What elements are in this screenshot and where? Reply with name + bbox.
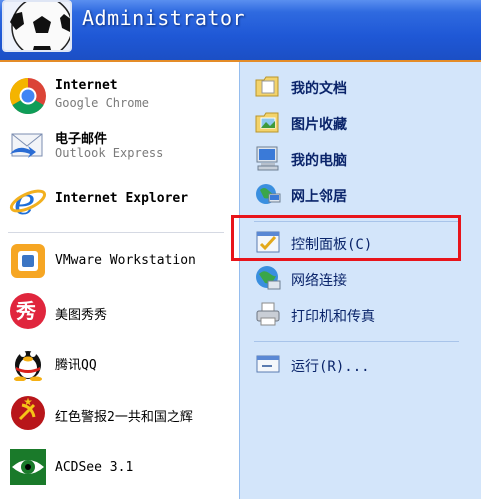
pinned-item-subtitle: Google Chrome bbox=[55, 96, 149, 110]
places-pane: 我的文档 图片收藏 我的电脑 网上邻居 控制面板(C) 网络连接 打印机和传真 … bbox=[239, 62, 481, 499]
system-printers[interactable]: 打印机和传真 bbox=[240, 298, 481, 330]
red-alert-icon bbox=[11, 396, 45, 430]
system-network-connections[interactable]: 网络连接 bbox=[240, 262, 481, 294]
recent-item-red-alert[interactable]: 红色警报2一共和国之辉 bbox=[0, 390, 239, 436]
network-connections-icon bbox=[256, 266, 281, 290]
recent-item-title: VMware Workstation bbox=[55, 253, 196, 268]
start-menu: Administrator Internet Google Chrome 电子邮… bbox=[0, 0, 481, 499]
start-menu-header: Administrator bbox=[0, 0, 481, 62]
recent-item-qq[interactable]: 腾讯QQ bbox=[0, 338, 239, 384]
my-computer-icon bbox=[256, 146, 279, 171]
place-label: 我的电脑 bbox=[291, 153, 347, 169]
chrome-icon bbox=[9, 78, 46, 115]
pinned-item-ie[interactable]: e Internet Explorer bbox=[0, 174, 239, 224]
place-label: 网上邻居 bbox=[291, 189, 347, 205]
recent-item-title: ACDSee 3.1 bbox=[55, 460, 134, 475]
printer-icon bbox=[256, 302, 280, 326]
internet-explorer-icon: e bbox=[9, 182, 47, 220]
recent-item-title: 美图秀秀 bbox=[55, 308, 108, 323]
system-label: 打印机和传真 bbox=[291, 309, 375, 325]
place-my-computer[interactable]: 我的电脑 bbox=[240, 142, 481, 174]
recent-item-title: 红色警报2一共和国之辉 bbox=[55, 410, 193, 425]
svg-text:秀: 秀 bbox=[15, 299, 36, 323]
recent-item-acdsee[interactable]: ACDSee 3.1 bbox=[0, 444, 239, 490]
programs-pane: Internet Google Chrome 电子邮件 Outlook Expr… bbox=[0, 62, 239, 499]
control-panel-highlight-box bbox=[231, 215, 461, 261]
run-label: 运行(R)... bbox=[291, 359, 370, 375]
pinned-item-subtitle: Outlook Express bbox=[55, 146, 164, 160]
network-places-icon bbox=[256, 184, 281, 204]
place-network[interactable]: 网上邻居 bbox=[240, 178, 481, 210]
soccer-ball-icon bbox=[10, 2, 70, 50]
acdsee-eye-icon bbox=[10, 449, 46, 485]
pinned-item-title: Internet Explorer bbox=[55, 191, 189, 206]
run-icon bbox=[256, 355, 280, 373]
user-avatar[interactable] bbox=[2, 0, 72, 52]
pinned-item-chrome[interactable]: Internet Google Chrome bbox=[0, 70, 239, 122]
right-divider bbox=[254, 341, 459, 342]
user-name: Administrator bbox=[82, 6, 246, 30]
run-command[interactable]: 运行(R)... bbox=[240, 348, 481, 380]
recent-item-title: 腾讯QQ bbox=[55, 358, 97, 373]
place-label: 图片收藏 bbox=[291, 117, 347, 133]
my-documents-folder-icon bbox=[255, 76, 279, 97]
outlook-express-icon bbox=[10, 133, 43, 158]
pinned-item-title: Internet bbox=[55, 78, 118, 93]
place-label: 我的文档 bbox=[291, 81, 347, 97]
pinned-item-title: 电子邮件 bbox=[55, 132, 108, 147]
system-label: 网络连接 bbox=[291, 273, 347, 289]
recent-item-vmware[interactable]: VMware Workstation bbox=[0, 238, 239, 284]
pinned-item-email[interactable]: 电子邮件 Outlook Express bbox=[0, 122, 239, 174]
place-my-pictures[interactable]: 图片收藏 bbox=[240, 106, 481, 138]
qq-penguin-icon bbox=[14, 351, 42, 381]
left-divider bbox=[8, 232, 224, 233]
meitu-icon: 秀 bbox=[10, 293, 46, 329]
place-my-documents[interactable]: 我的文档 bbox=[240, 70, 481, 102]
my-pictures-folder-icon bbox=[255, 112, 279, 133]
vmware-icon bbox=[11, 244, 45, 278]
recent-item-meitu[interactable]: 秀 美图秀秀 bbox=[0, 288, 239, 334]
